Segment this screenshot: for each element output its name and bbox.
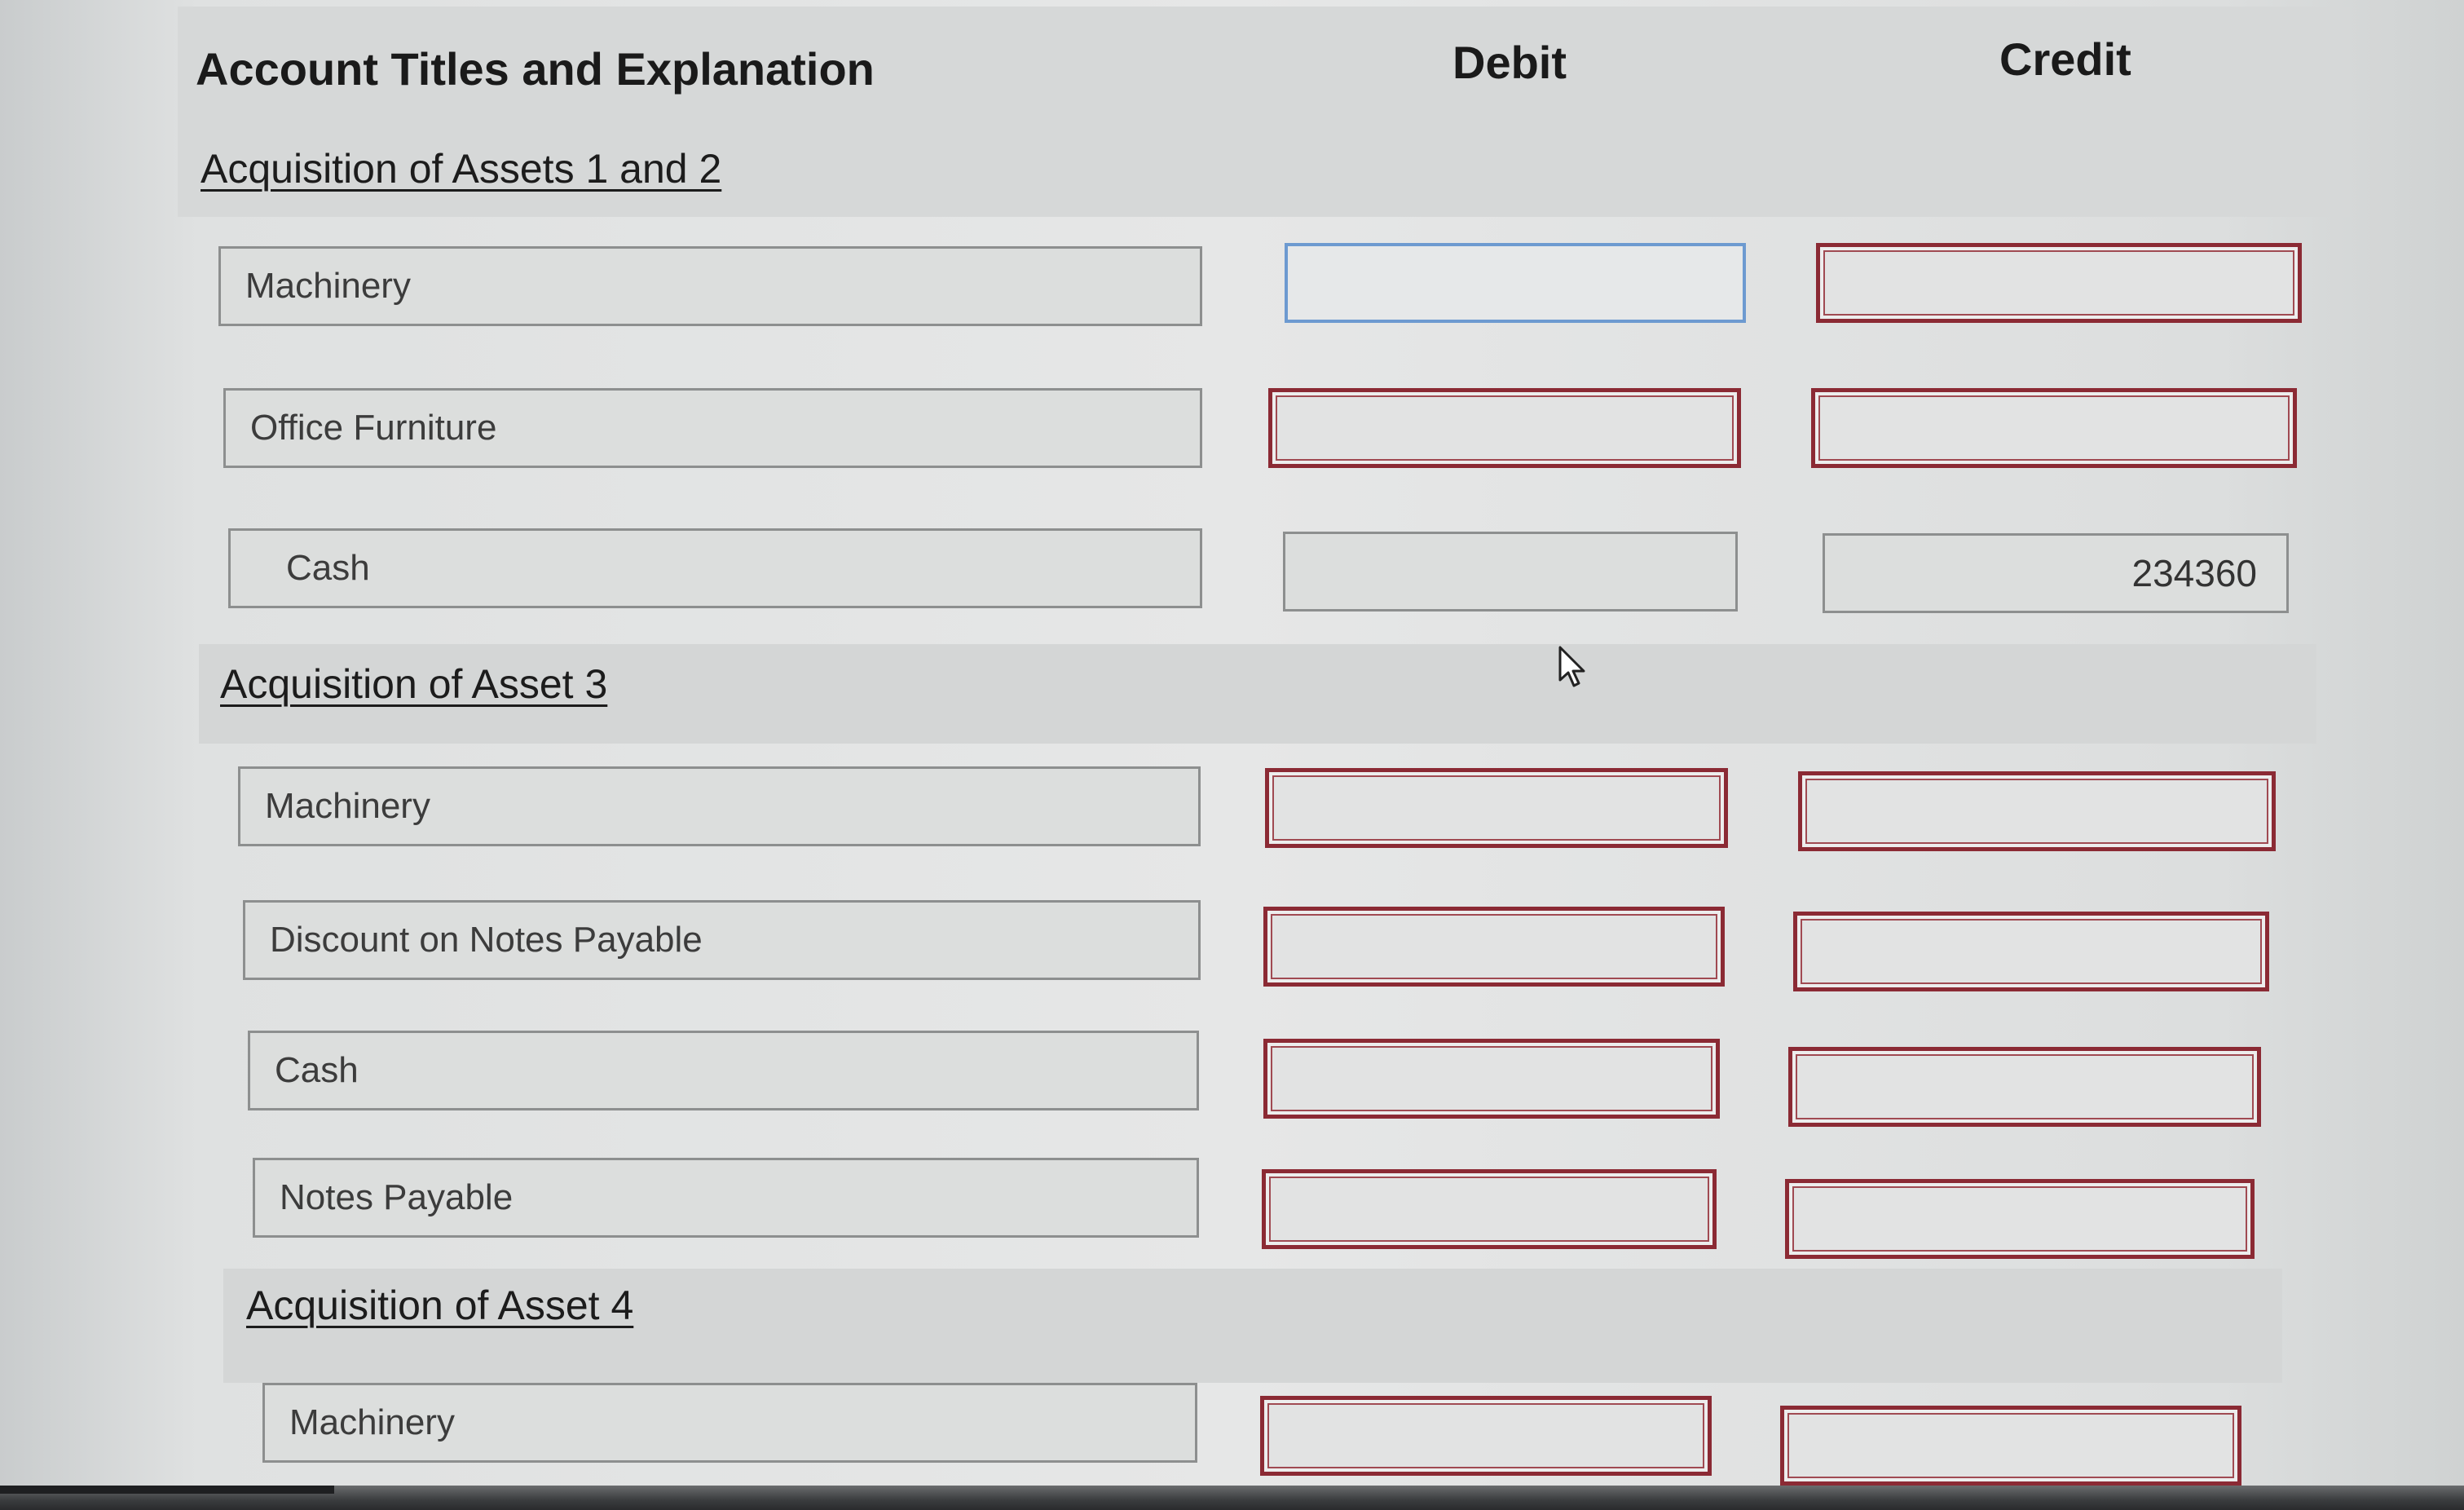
account-field-machinery-1[interactable]: Machinery (218, 246, 1202, 326)
debit-input-machinery-2[interactable] (1265, 768, 1728, 848)
account-field-office-furniture[interactable]: Office Furniture (223, 388, 1202, 468)
account-field-machinery-2[interactable]: Machinery (238, 766, 1201, 846)
account-field-discount-notes-payable[interactable]: Discount on Notes Payable (243, 900, 1201, 980)
credit-input-office-furniture[interactable] (1811, 388, 2297, 468)
credit-input-cash-1[interactable]: 234360 (1823, 533, 2289, 613)
credit-input-machinery-2[interactable] (1798, 771, 2276, 851)
column-header-credit: Credit (1999, 33, 2131, 85)
section-title-asset-4: Acquisition of Asset 4 (246, 1283, 634, 1328)
account-field-notes-payable[interactable]: Notes Payable (253, 1158, 1199, 1238)
debit-input-machinery-3[interactable] (1260, 1396, 1712, 1476)
debit-input-discount-notes-payable[interactable] (1263, 907, 1725, 987)
account-field-cash-1[interactable]: Cash (228, 528, 1202, 608)
journal-entry-form: Account Titles and Explanation Debit Cre… (0, 0, 2464, 1510)
column-header-debit: Debit (1452, 37, 1567, 88)
account-field-cash-2[interactable]: Cash (248, 1031, 1199, 1110)
debit-input-machinery-1[interactable] (1285, 243, 1746, 323)
column-header-account: Account Titles and Explanation (196, 43, 875, 95)
credit-input-cash-2[interactable] (1788, 1047, 2261, 1127)
account-field-machinery-3[interactable]: Machinery (262, 1383, 1197, 1463)
section-title-asset-3: Acquisition of Asset 3 (220, 661, 608, 707)
debit-input-office-furniture[interactable] (1268, 388, 1741, 468)
debit-input-notes-payable[interactable] (1262, 1169, 1717, 1249)
credit-input-notes-payable[interactable] (1785, 1179, 2255, 1259)
section-title-assets-1-2: Acquisition of Assets 1 and 2 (201, 146, 722, 192)
credit-input-discount-notes-payable[interactable] (1793, 912, 2269, 991)
screen-bottom-strip (0, 1486, 334, 1494)
credit-input-machinery-3[interactable] (1780, 1406, 2241, 1486)
debit-input-cash-2[interactable] (1263, 1039, 1720, 1119)
screen-bottom-edge (0, 1486, 2464, 1510)
debit-input-cash-1[interactable] (1283, 532, 1738, 612)
mouse-cursor-icon (1558, 646, 1585, 687)
credit-input-machinery-1[interactable] (1816, 243, 2302, 323)
